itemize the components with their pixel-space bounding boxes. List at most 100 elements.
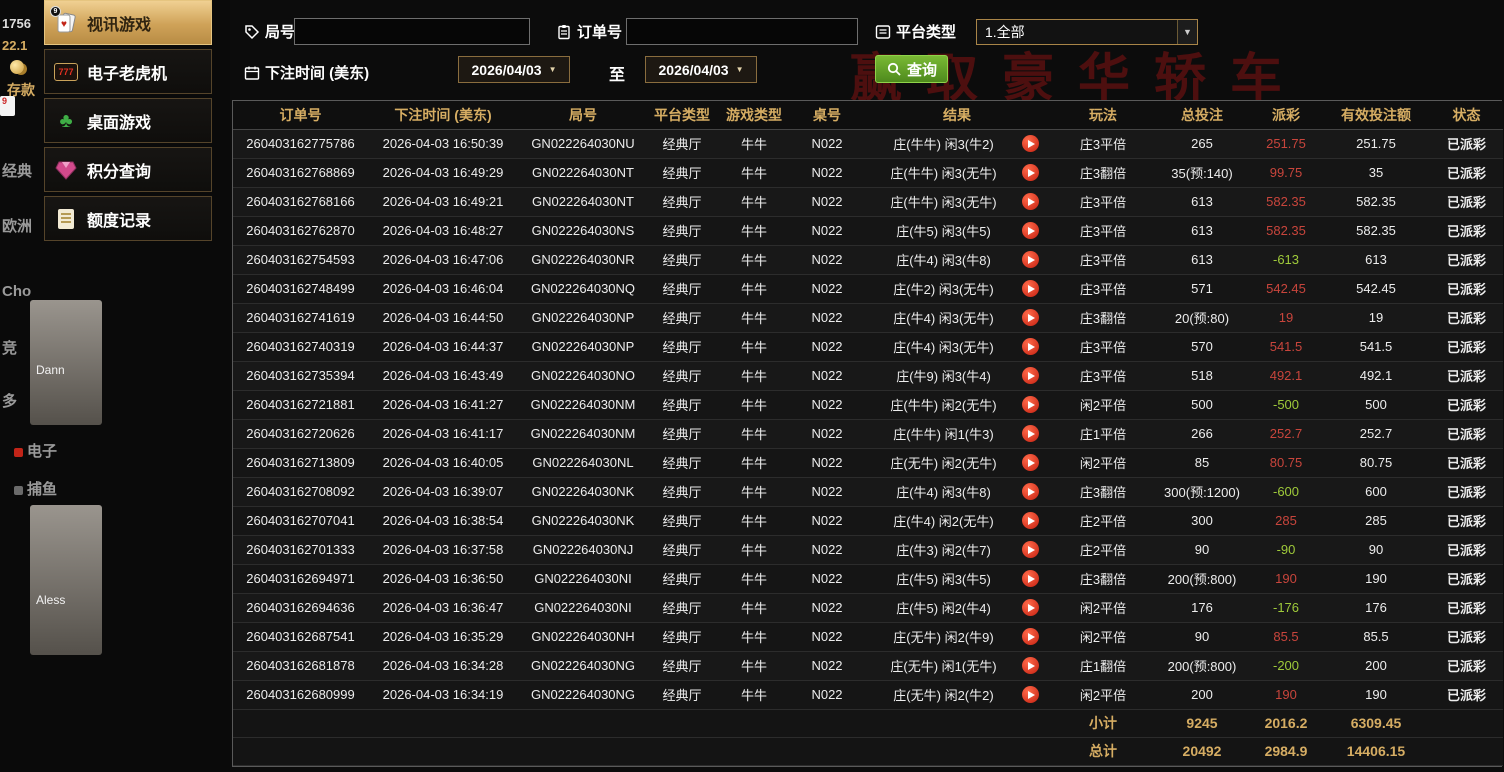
status-badge: 已派彩: [1430, 187, 1503, 217]
card-icon: 9: [0, 96, 15, 116]
replay-button[interactable]: [1022, 570, 1039, 587]
status-badge: 已派彩: [1430, 448, 1503, 478]
cell-order-no: 260403162713809: [233, 448, 368, 478]
cell-order-no: 260403162708092: [233, 477, 368, 507]
platform-type-label: 平台类型: [875, 21, 956, 42]
cell-platform: 经典厅: [648, 129, 716, 159]
cell-payout: 80.75: [1250, 448, 1322, 478]
cell-game-type: 牛牛: [716, 419, 792, 449]
club-suit-icon: ♣: [59, 109, 73, 132]
cell-game-type: 牛牛: [716, 245, 792, 275]
status-badge: 已派彩: [1430, 274, 1503, 304]
cell-platform: 经典厅: [648, 187, 716, 217]
dealer-photo[interactable]: Dann: [30, 300, 102, 425]
cell-order-no: 260403162681878: [233, 651, 368, 681]
replay-button[interactable]: [1022, 338, 1039, 355]
replay-button[interactable]: [1022, 599, 1039, 616]
replay-button[interactable]: [1022, 483, 1039, 500]
cell-order-no: 260403162680999: [233, 680, 368, 710]
table-row: 260403162694636 2026-04-03 16:36:47 GN02…: [233, 593, 1503, 623]
cell-result: 庄(无牛) 闲2(牛2): [862, 680, 1052, 710]
cell-order-no: 260403162701333: [233, 535, 368, 565]
cell-game-type: 牛牛: [716, 593, 792, 623]
cell-valid-bet: 85.5: [1322, 622, 1430, 652]
cell-platform: 经典厅: [648, 593, 716, 623]
replay-button[interactable]: [1022, 686, 1039, 703]
cell-game-no: GN022264030NG: [518, 680, 648, 710]
replay-button[interactable]: [1022, 628, 1039, 645]
status-badge: 已派彩: [1430, 245, 1503, 275]
column-header: 局号: [518, 101, 648, 130]
cell-order-no: 260403162748499: [233, 274, 368, 304]
cell-platform: 经典厅: [648, 622, 716, 652]
cell-result: 庄(牛牛) 闲3(无牛): [862, 187, 1052, 217]
replay-button[interactable]: [1022, 309, 1039, 326]
cell-game-type: 牛牛: [716, 506, 792, 536]
bet-time-label: 下注时间 (美东): [244, 62, 369, 83]
lobby-nav-electronic[interactable]: 电子: [27, 443, 57, 460]
sidebar-item-table-games[interactable]: ♣ 桌面游戏: [44, 98, 212, 143]
sidebar-item-slots[interactable]: 777 电子老虎机: [44, 49, 212, 94]
cell-valid-bet: 176: [1322, 593, 1430, 623]
lobby-nav-europe[interactable]: 欧洲: [2, 215, 32, 236]
replay-button[interactable]: [1022, 657, 1039, 674]
table-row: 260403162694971 2026-04-03 16:36:50 GN02…: [233, 564, 1503, 594]
platform-select[interactable]: 1.全部 ▼: [976, 19, 1198, 45]
lobby-nav-fishing[interactable]: 捕鱼: [27, 481, 57, 498]
cell-bet-time: 2026-04-03 16:35:29: [368, 622, 518, 652]
cell-game-no: GN022264030NK: [518, 477, 648, 507]
cell-order-no: 260403162740319: [233, 332, 368, 362]
replay-button[interactable]: [1022, 280, 1039, 297]
lobby-nav-duo[interactable]: 多: [2, 390, 17, 411]
order-no-input[interactable]: [626, 18, 858, 45]
cell-table-no: N022: [792, 303, 862, 333]
replay-button[interactable]: [1022, 541, 1039, 558]
lobby-nav-classic[interactable]: 经典: [2, 160, 32, 181]
cell-total-bet: 200(预:800): [1154, 651, 1250, 681]
cell-valid-bet: 541.5: [1322, 332, 1430, 362]
cell-platform: 经典厅: [648, 158, 716, 188]
sidebar-item-live-games[interactable]: ♥ 9 视讯游戏: [44, 0, 212, 45]
replay-button[interactable]: [1022, 164, 1039, 181]
cell-play-method: 闲2平倍: [1052, 448, 1154, 478]
replay-button[interactable]: [1022, 512, 1039, 529]
cell-table-no: N022: [792, 651, 862, 681]
cell-total-bet: 266: [1154, 419, 1250, 449]
lobby-nav-cho[interactable]: Cho: [2, 283, 31, 300]
replay-button[interactable]: [1022, 251, 1039, 268]
replay-button[interactable]: [1022, 396, 1039, 413]
sidebar-item-quota-records[interactable]: 额度记录: [44, 196, 212, 241]
cell-bet-time: 2026-04-03 16:48:27: [368, 216, 518, 246]
cell-result: 庄(牛9) 闲3(牛4): [862, 361, 1052, 391]
replay-button[interactable]: [1022, 367, 1039, 384]
cell-valid-bet: 190: [1322, 564, 1430, 594]
replay-button[interactable]: [1022, 193, 1039, 210]
query-button[interactable]: 查询: [875, 55, 949, 83]
cell-result: 庄(牛5) 闲2(牛4): [862, 593, 1052, 623]
cell-table-no: N022: [792, 419, 862, 449]
search-icon: [887, 62, 901, 76]
replay-button[interactable]: [1022, 222, 1039, 239]
result-text: 庄(牛9) 闲3(牛4): [896, 369, 991, 384]
sidebar-item-points-query[interactable]: 积分查询: [44, 147, 212, 192]
cell-total-bet: 300: [1154, 506, 1250, 536]
replay-button[interactable]: [1022, 454, 1039, 471]
dealer-name: Dann: [36, 363, 65, 377]
dealer-photo[interactable]: Aless: [30, 505, 102, 655]
date-from-picker[interactable]: 2026/04/03 ▼: [458, 56, 570, 83]
cell-total-bet: 200: [1154, 680, 1250, 710]
replay-button[interactable]: [1022, 425, 1039, 442]
cell-valid-bet: 613: [1322, 245, 1430, 275]
cell-valid-bet: 35: [1322, 158, 1430, 188]
column-header: 下注时间 (美东): [368, 101, 518, 130]
total-valid: 14406.15: [1322, 737, 1430, 766]
cell-valid-bet: 190: [1322, 680, 1430, 710]
result-text: 庄(牛3) 闲2(牛7): [896, 543, 991, 558]
game-no-input[interactable]: [294, 18, 530, 45]
cell-play-method: 庄1平倍: [1052, 419, 1154, 449]
lobby-nav-jing[interactable]: 竞: [2, 337, 17, 358]
replay-button[interactable]: [1022, 135, 1039, 152]
cell-play-method: 庄3翻倍: [1052, 477, 1154, 507]
date-to-picker[interactable]: 2026/04/03 ▼: [645, 56, 757, 83]
cell-game-type: 牛牛: [716, 448, 792, 478]
